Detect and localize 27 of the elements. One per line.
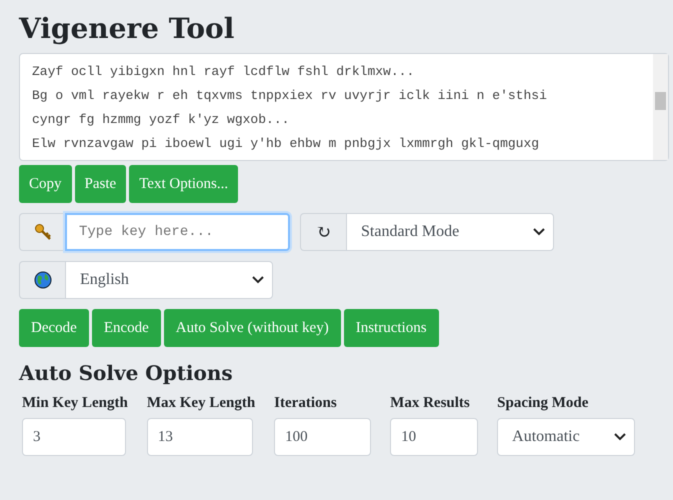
- language-select[interactable]: English: [65, 261, 273, 299]
- option-label: Max Results: [390, 395, 470, 412]
- text-line: Zayf ocll yibigxn hnl rayf lcdflw fshl drklmxw...: [32, 63, 414, 81]
- globe-icon: [34, 271, 52, 289]
- mode-icon-addon: ↻: [300, 213, 346, 251]
- page-title: Vigenere Tool: [19, 12, 234, 45]
- mode-select[interactable]: Standard Mode: [346, 213, 554, 251]
- section-heading: Auto Solve Options: [19, 361, 233, 385]
- text-line: cyngr fg hzmmg yozf k'yz wgxob...: [32, 111, 290, 129]
- option-label: Spacing Mode: [497, 395, 588, 412]
- option-label: Min Key Length: [22, 395, 128, 412]
- chevron-icon: [614, 433, 626, 441]
- key-input-field[interactable]: Type key here...: [65, 213, 290, 251]
- text-line: Elw rvnzavgaw pi iboewl ugi y'hb ehbw m pnbgjx lxmmrgh gkl-qmguxg: [32, 135, 540, 153]
- option-input-field[interactable]: 13: [146, 418, 253, 456]
- option-label: Max Key Length: [146, 395, 256, 412]
- text-area[interactable]: [19, 53, 669, 161]
- key-icon: [34, 223, 52, 241]
- chevron-icon: [533, 228, 545, 236]
- scrollbar[interactable]: [653, 54, 668, 160]
- chevron-icon: [252, 276, 264, 284]
- option-input-field[interactable]: 10: [390, 418, 478, 456]
- option-select[interactable]: Automatic: [497, 418, 636, 456]
- option-input-field[interactable]: 3: [22, 418, 126, 456]
- text-line: Bg o vml rayekw r eh tqxvms tnppxiex rv uvyrjr iclk iini n e'sthsi: [32, 87, 547, 105]
- option-input-field[interactable]: 100: [274, 418, 372, 456]
- option-label: Iterations: [274, 395, 337, 412]
